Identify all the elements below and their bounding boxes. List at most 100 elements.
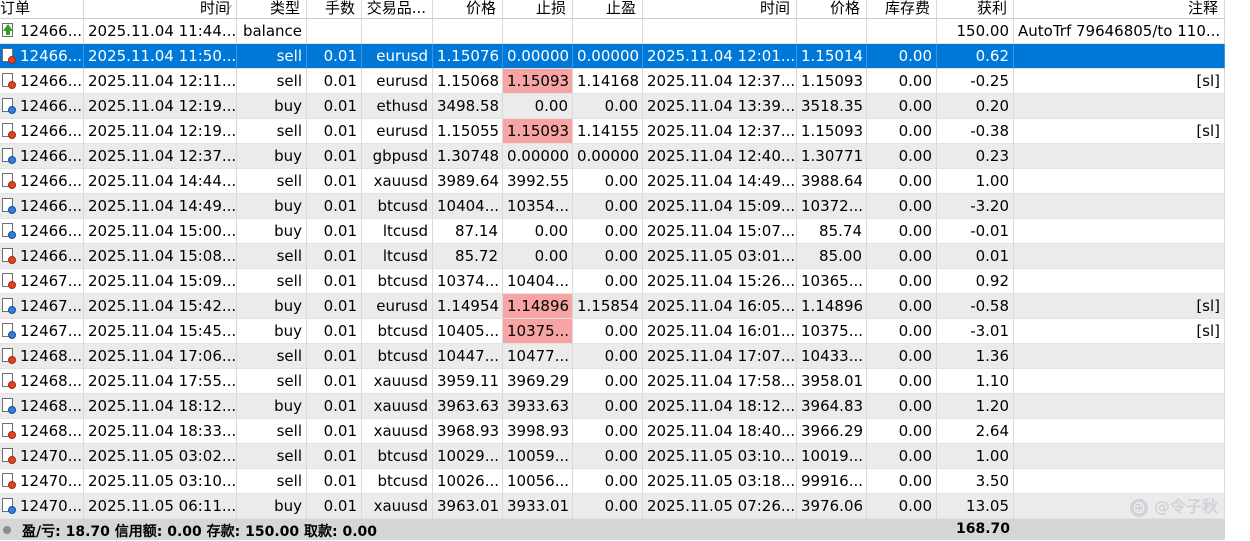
column-header-tp[interactable]: 止盈 [573, 0, 643, 19]
table-row[interactable]: 12468... 2025.11.04 18:12... buy 0.01 xauusd… [0, 394, 1225, 419]
cell-tp: 0.00000 [573, 144, 643, 169]
column-header-close-time[interactable]: 时间 [643, 0, 797, 19]
cell-close-time: 2025.11.05 03:18... [643, 469, 797, 494]
table-row[interactable]: 12466... 2025.11.04 12:19... sell 0.01 eurus… [0, 119, 1225, 144]
cell-symbol: btcusd [362, 319, 433, 344]
cell-open-time: 2025.11.04 17:06... [84, 344, 237, 369]
column-header-label: 手数 [324, 0, 355, 17]
table-row[interactable]: 12466... 2025.11.04 11:50... sell 0.01 eurus… [0, 44, 1225, 69]
cell-lots: 0.01 [307, 494, 362, 519]
cell-symbol: xauusd [362, 419, 433, 444]
sell-order-icon [2, 273, 16, 289]
cell-swap: 0.00 [867, 44, 937, 69]
table-row[interactable]: 12466... 2025.11.04 11:44... balance 150.00… [0, 19, 1225, 44]
table-row[interactable]: 12466... 2025.11.04 12:19... buy 0.01 ethusd… [0, 94, 1225, 119]
column-header-lots[interactable]: 手数 [307, 0, 362, 19]
cell-type: sell [237, 444, 307, 469]
column-header-open-price[interactable]: 价格 [433, 0, 503, 19]
cell-lots: 0.01 [307, 369, 362, 394]
table-row[interactable]: 12468... 2025.11.04 18:33... sell 0.01 xauus… [0, 419, 1225, 444]
cell-profit: 1.20 [937, 394, 1014, 419]
cell-open-price: 1.14954 [433, 294, 503, 319]
cell-sl: 10404... [503, 269, 573, 294]
cell-type: sell [237, 44, 307, 69]
cell-sl: 0.00 [503, 244, 573, 269]
cell-type: sell [237, 244, 307, 269]
column-header-close-price[interactable]: 价格 [797, 0, 867, 19]
cell-close-time: 2025.11.04 15:09... [643, 194, 797, 219]
column-header-swap[interactable]: 库存费 [867, 0, 937, 19]
cell-close-price: 10433... [797, 344, 867, 369]
cell-close-time [643, 19, 797, 44]
table-row[interactable]: 12466... 2025.11.04 14:49... buy 0.01 btcusd… [0, 194, 1225, 219]
table-row[interactable]: 12468... 2025.11.04 17:06... sell 0.01 btcus… [0, 344, 1225, 369]
column-header-sl[interactable]: 止损 [503, 0, 573, 19]
column-header-open-time[interactable]: 时间 ⁄ [84, 0, 237, 19]
cell-open-price: 10029... [433, 444, 503, 469]
column-header-symbol[interactable]: 交易品... [362, 0, 433, 19]
cell-close-time: 2025.11.05 03:10... [643, 444, 797, 469]
cell-profit: 1.00 [937, 169, 1014, 194]
column-header-label: 交易品... [366, 0, 426, 17]
cell-close-price: 10375... [797, 319, 867, 344]
cell-swap: 0.00 [867, 369, 937, 394]
cell-lots: 0.01 [307, 169, 362, 194]
table-row[interactable]: 12466... 2025.11.04 12:37... buy 0.01 gbpusd… [0, 144, 1225, 169]
cell-close-price [797, 19, 867, 44]
cell-swap: 0.00 [867, 69, 937, 94]
table-row[interactable]: 12467... 2025.11.04 15:45... buy 0.01 btcusd… [0, 319, 1225, 344]
cell-lots: 0.01 [307, 444, 362, 469]
cell-lots: 0.01 [307, 44, 362, 69]
cell-symbol: xauusd [362, 369, 433, 394]
cell-lots: 0.01 [307, 94, 362, 119]
table-row[interactable]: 12468... 2025.11.04 17:55... sell 0.01 xauus… [0, 369, 1225, 394]
table-row[interactable]: 12466... 2025.11.04 15:00... buy 0.01 ltcusd… [0, 219, 1225, 244]
cell-close-price: 3964.83 [797, 394, 867, 419]
cell-type: buy [237, 219, 307, 244]
table-row[interactable]: 12466... 2025.11.04 14:44... sell 0.01 xauus… [0, 169, 1225, 194]
cell-sl [503, 19, 573, 44]
cell-open-time: 2025.11.05 06:11... [84, 494, 237, 519]
cell-swap [867, 19, 937, 44]
column-header-order[interactable]: 订单 [0, 0, 84, 19]
cell-close-time: 2025.11.05 07:26... [643, 494, 797, 519]
sell-order-icon [2, 423, 16, 439]
cell-close-price: 1.30771 [797, 144, 867, 169]
cell-close-time: 2025.11.04 15:26... [643, 269, 797, 294]
cell-close-price: 10372... [797, 194, 867, 219]
cell-symbol: btcusd [362, 344, 433, 369]
cell-tp: 0.00000 [573, 44, 643, 69]
cell-tp: 0.00 [573, 394, 643, 419]
sell-order-icon [2, 248, 16, 264]
table-row[interactable]: 12470... 2025.11.05 03:10... sell 0.01 btcus… [0, 469, 1225, 494]
sell-order-icon [2, 448, 16, 464]
table-row[interactable]: 12466... 2025.11.04 12:11... sell 0.01 eurus… [0, 69, 1225, 94]
table-row[interactable]: 12470... 2025.11.05 06:11... buy 0.01 xauusd… [0, 494, 1225, 519]
cell-close-price: 3518.35 [797, 94, 867, 119]
cell-close-time: 2025.11.04 12:40... [643, 144, 797, 169]
cell-open-time: 2025.11.05 03:10... [84, 469, 237, 494]
table-row[interactable]: 12470... 2025.11.05 03:02... sell 0.01 btcus… [0, 444, 1225, 469]
summary-bar: 盈/亏: 18.70 信用额: 0.00 存款: 150.00 取款: 0.00… [0, 519, 1225, 540]
cell-sl: 3969.29 [503, 369, 573, 394]
cell-comment [1014, 144, 1225, 169]
table-row[interactable]: 12467... 2025.11.04 15:42... buy 0.01 eurusd… [0, 294, 1225, 319]
column-header-profit[interactable]: 获利 [937, 0, 1014, 19]
cell-close-time: 2025.11.04 15:07... [643, 219, 797, 244]
cell-type: balance [237, 19, 307, 44]
table-row[interactable]: 12466... 2025.11.04 15:08... sell 0.01 ltcus… [0, 244, 1225, 269]
total-profit: 168.70 [955, 521, 1010, 537]
cell-open-price [433, 19, 503, 44]
cell-comment [1014, 469, 1225, 494]
cell-sl: 10375... [503, 319, 573, 344]
cell-close-price: 3988.64 [797, 169, 867, 194]
cell-open-price: 3959.11 [433, 369, 503, 394]
column-header-type[interactable]: 类型 [237, 0, 307, 19]
column-header-label: 类型 [269, 0, 300, 17]
cell-profit: 1.00 [937, 444, 1014, 469]
cell-close-time: 2025.11.04 18:12... [643, 394, 797, 419]
cell-comment [1014, 444, 1225, 469]
column-header-comment[interactable]: 注释 [1014, 0, 1225, 19]
column-header-label: 止损 [535, 0, 566, 17]
table-row[interactable]: 12467... 2025.11.04 15:09... sell 0.01 btcus… [0, 269, 1225, 294]
